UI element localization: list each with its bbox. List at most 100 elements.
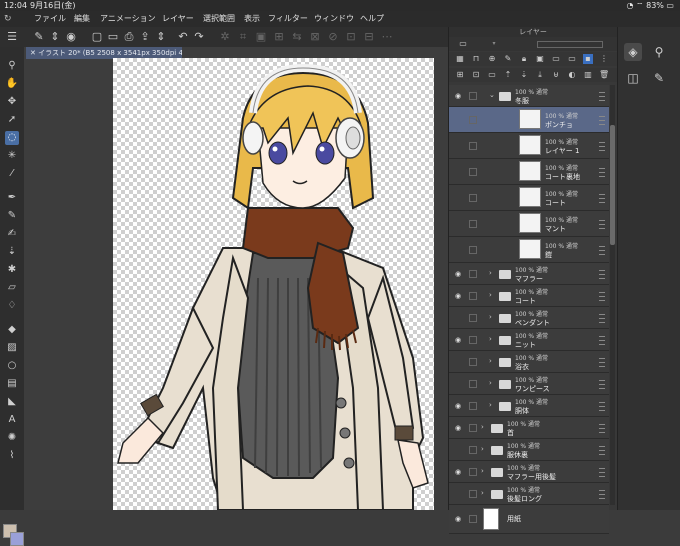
layer-row[interactable]: 100 % 通常 コート裏地 (449, 159, 609, 185)
drag-handle-icon[interactable] (599, 116, 605, 125)
ruler-icon[interactable]: ◣ (5, 395, 19, 409)
layer-lock-toggle[interactable] (469, 358, 477, 366)
move-icon[interactable]: ✥ (5, 95, 19, 109)
flip-icon[interactable]: ⇆ (290, 30, 304, 44)
folder-toggle-chevron-icon[interactable]: › (489, 291, 492, 299)
layer-lock-toggle[interactable] (469, 116, 477, 124)
visibility-eye-icon[interactable]: ◉ (453, 467, 463, 477)
drag-handle-icon[interactable] (599, 168, 605, 177)
folder-toggle-chevron-icon[interactable]: › (489, 269, 492, 277)
invert-icon[interactable]: ⊘ (326, 30, 340, 44)
combine-icon[interactable]: ⊎ (551, 70, 561, 80)
layer-lock-toggle[interactable] (469, 92, 477, 100)
shrink-icon[interactable]: ⊟ (362, 30, 376, 44)
folder-toggle-chevron-icon[interactable]: ⌄ (489, 91, 495, 99)
visibility-eye-icon[interactable]: ◉ (453, 335, 463, 345)
layer-row[interactable]: 100 % 通常 ポンチョ (449, 107, 609, 133)
figure-icon[interactable]: ○ (5, 359, 19, 373)
layer-lock-toggle[interactable] (469, 468, 477, 476)
visibility-eye-icon[interactable]: ◉ (453, 423, 463, 433)
balloon-icon[interactable]: ✺ (5, 431, 19, 445)
layer-row[interactable]: 100 % 通常鎧 (449, 237, 609, 263)
drag-handle-icon[interactable] (599, 402, 605, 411)
new-canvas-icon[interactable]: ✎ (32, 30, 46, 44)
layer-row[interactable]: ◉ › 100 % 通常 マフラー用後髪 (449, 461, 609, 483)
layers-palette-icon[interactable]: ◈ (624, 43, 642, 61)
eraser-icon[interactable]: ▱ (5, 281, 19, 295)
mask-icon[interactable]: ▣ (535, 54, 545, 64)
drag-handle-icon[interactable] (599, 246, 605, 255)
layer-row[interactable]: ◉ › 100 % 通常 マフラー (449, 263, 609, 285)
drag-handle-icon[interactable] (599, 142, 605, 151)
clear-icon[interactable]: ✲ (218, 30, 232, 44)
folder-toggle-chevron-icon[interactable]: › (489, 401, 492, 409)
blend-mode-select[interactable]: ▾ (479, 39, 509, 49)
visibility-eye-icon[interactable] (453, 245, 463, 255)
layer-row[interactable]: ◉ › 100 % 通常 コート (449, 285, 609, 307)
visibility-eye-icon[interactable] (453, 167, 463, 177)
move-down-icon[interactable]: ⇣ (519, 70, 529, 80)
hand-icon[interactable]: ✋ (5, 77, 19, 91)
palette-color-icon[interactable]: ▭ (567, 54, 577, 64)
layer-lock-toggle[interactable] (469, 220, 477, 228)
frame-icon[interactable]: ▤ (5, 377, 19, 391)
crop-icon[interactable]: ⌗ (236, 30, 250, 44)
layer-scrollbar[interactable] (610, 85, 615, 505)
layer-lock-toggle[interactable] (469, 380, 477, 388)
new-folder-icon[interactable]: ▭ (487, 70, 497, 80)
layer-row[interactable]: › 100 % 通常 服休裏 (449, 439, 609, 461)
export-icon[interactable]: ⇪ (138, 30, 152, 44)
visibility-eye-icon[interactable]: ◉ (453, 269, 463, 279)
reference-icon[interactable]: ⊕ (487, 54, 497, 64)
more-icon[interactable]: ⋮ (599, 54, 609, 64)
operation-icon[interactable]: ➚ (5, 113, 19, 127)
folder-toggle-chevron-icon[interactable]: › (481, 445, 484, 453)
visibility-eye-icon[interactable] (453, 219, 463, 229)
menu-layer[interactable]: レイヤー (162, 11, 194, 27)
folder-toggle-chevron-icon[interactable]: › (489, 313, 492, 321)
layer-row[interactable]: ◉ › 100 % 通常 胴体 (449, 395, 609, 417)
record-icon[interactable]: ◉ (64, 30, 78, 44)
drag-handle-icon[interactable] (599, 194, 605, 203)
drag-handle-icon[interactable] (599, 380, 605, 389)
visibility-eye-icon[interactable] (453, 115, 463, 125)
layer-lock-toggle[interactable] (469, 168, 477, 176)
layer-row[interactable]: 100 % 通常 レイヤー 1 (449, 133, 609, 159)
navigator-icon[interactable]: ⚲ (650, 43, 668, 61)
layer-row[interactable]: 100 % 通常 コート (449, 185, 609, 211)
folder-toggle-chevron-icon[interactable]: › (481, 423, 484, 431)
drag-handle-icon[interactable] (599, 336, 605, 345)
magic-wand-icon[interactable]: ✳ (5, 149, 19, 163)
app-logo-icon[interactable]: ↻ (4, 14, 18, 24)
menu-file[interactable]: ファイル (34, 11, 66, 27)
folder-toggle-chevron-icon[interactable]: › (489, 357, 492, 365)
visibility-eye-icon[interactable]: ◉ (453, 514, 463, 524)
mask-create-icon[interactable]: ◐ (567, 70, 577, 80)
visibility-eye-icon[interactable] (453, 357, 463, 367)
menu-edit[interactable]: 編集 (74, 11, 90, 27)
layer-lock-toggle[interactable] (469, 246, 477, 254)
new-raster-layer-icon[interactable]: ⊞ (455, 70, 465, 80)
lock-transparency-icon[interactable]: ▦ (455, 54, 465, 64)
save-icon[interactable]: ⎙ (122, 30, 136, 44)
visibility-eye-icon[interactable] (453, 379, 463, 389)
menu-help[interactable]: ヘルプ (360, 11, 384, 27)
menu-filter[interactable]: フィルター (268, 11, 308, 27)
layer-property-icon[interactable]: ◫ (624, 69, 642, 87)
open-folder-icon[interactable]: ▭ (106, 30, 120, 44)
visibility-eye-icon[interactable] (453, 193, 463, 203)
layer-row[interactable]: ◉ › 100 % 通常首 (449, 417, 609, 439)
sub-color-swatch[interactable] (10, 532, 24, 546)
pen-icon[interactable]: ✒ (5, 191, 19, 205)
menu-animation[interactable]: アニメーション (100, 11, 156, 27)
layer-lock-toggle[interactable] (469, 194, 477, 202)
menu-selection[interactable]: 選択範囲 (203, 11, 235, 27)
transfer-down-icon[interactable]: ⤓ (535, 70, 545, 80)
layer-color-toggle-icon[interactable]: ▪ (583, 54, 593, 64)
layer-lock-toggle[interactable] (469, 515, 477, 523)
deselect-icon[interactable]: ⊠ (308, 30, 322, 44)
drag-handle-icon[interactable] (599, 490, 605, 499)
layer-lock-toggle[interactable] (469, 292, 477, 300)
layer-lock-toggle[interactable] (469, 142, 477, 150)
ruler-toggle-icon[interactable]: ▭ (551, 54, 561, 64)
